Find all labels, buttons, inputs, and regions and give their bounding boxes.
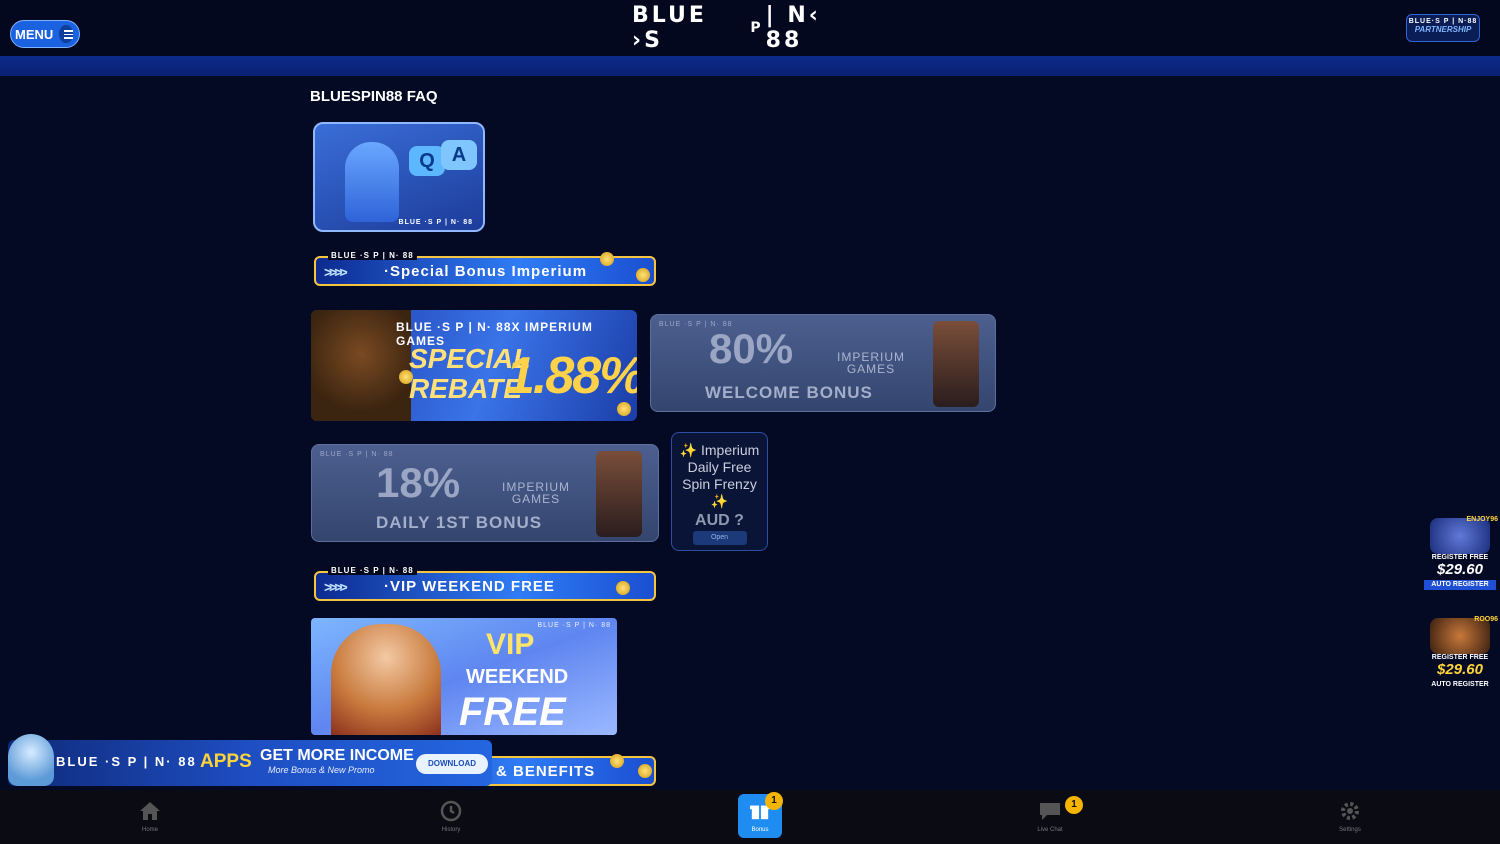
banner-logo: BLUE ·S P | N· 88: [328, 251, 417, 260]
notification-badge: 1: [765, 792, 783, 810]
slot-machine-illustration: [933, 321, 979, 407]
nav-bonus[interactable]: Bonus 1: [710, 790, 790, 844]
vip-weekend-card[interactable]: BLUE ·S P | N· 88 VIP WEEKEND FREE: [311, 618, 617, 735]
apps-logo: BLUE ·S P | N· 88: [56, 754, 197, 769]
logo-p: P: [750, 20, 764, 36]
shark-mascot-illustration: [8, 734, 54, 786]
genie-illustration: [345, 142, 399, 222]
brand-line2: GAMES: [846, 362, 896, 376]
nav-label: Home: [141, 827, 158, 833]
partner-logo: BLUE·S P | N·88: [1408, 18, 1478, 25]
coin-icon: [399, 370, 413, 384]
vip-line1: VIP: [486, 628, 535, 661]
q-bubble: Q: [409, 146, 445, 176]
promo-art: [1430, 618, 1490, 654]
daily-bonus-card[interactable]: BLUE ·S P | N· 88 18% IMPERIUM GAMES DAI…: [311, 444, 659, 542]
auto-register-button[interactable]: AUTO REGISTER: [1424, 680, 1496, 690]
vip-card-logo: BLUE ·S P | N· 88: [537, 622, 611, 629]
nav-label: Settings: [1339, 827, 1361, 833]
hamburger-icon: [59, 25, 74, 43]
side-promo-value: $29.60: [1437, 661, 1483, 678]
partnership-button[interactable]: BLUE·S P | N·88 PARTNERSHIP: [1406, 14, 1480, 42]
side-promo-roo[interactable]: ROO96 REGISTER FREE $29.60 AUTO REGISTER: [1422, 616, 1498, 692]
nav-history[interactable]: History: [411, 790, 491, 844]
apps-download-bar[interactable]: BLUE ·S P | N· 88 APPS GET MORE INCOME M…: [8, 734, 492, 786]
vip-weekend-banner[interactable]: BLUE ·S P | N· 88 >>>> ·VIP WEEKEND FREE: [314, 566, 656, 601]
coin-icon: [638, 764, 652, 778]
site-logo[interactable]: BLUE ›S P | N‹ 88: [632, 3, 868, 53]
imperium-games-logo: IMPERIUM GAMES: [502, 481, 570, 505]
menu-label: MENU: [15, 26, 54, 42]
special-rebate-card[interactable]: BLUE ·S P | N· 88X IMPERIUM GAMES SPECIA…: [311, 310, 637, 421]
chevrons-icon: >>>>: [324, 579, 348, 595]
download-button[interactable]: DOWNLOAD: [416, 754, 488, 774]
frenzy-open-button[interactable]: Open: [692, 531, 747, 545]
welcome-percent: 80%: [709, 325, 794, 372]
page-title: BLUESPIN88 FAQ: [310, 88, 438, 105]
apps-subline: More Bonus & New Promo: [268, 765, 375, 775]
chevrons-icon: >>>>: [324, 264, 348, 280]
vip-line3: FREE: [459, 690, 566, 734]
apps-label: APPS: [200, 751, 252, 772]
coin-icon: [636, 268, 650, 282]
nav-label: Bonus: [751, 827, 769, 833]
side-promo-enjoy[interactable]: ENJOY96 REGISTER FREE $29.60 AUTO REGIST…: [1422, 516, 1498, 592]
partner-label: PARTNERSHIP: [1414, 25, 1472, 34]
character-illustration: [331, 624, 441, 735]
banner-title: & BENEFITS: [496, 763, 596, 780]
menu-button[interactable]: MENU: [10, 20, 80, 48]
daily-card-logo: BLUE ·S P | N· 88: [320, 451, 394, 458]
gear-icon: [1341, 802, 1359, 820]
auto-register-button[interactable]: AUTO REGISTER: [1424, 580, 1496, 590]
welcome-bonus-card[interactable]: BLUE ·S P | N· 88 80% IMPERIUM GAMES WEL…: [650, 314, 996, 412]
home-icon: [140, 802, 160, 820]
coin-icon: [617, 402, 631, 416]
nav-label: History: [441, 827, 461, 833]
side-promo-brand: ENJOY96: [1466, 516, 1498, 523]
logo-part2: | N‹ 88: [765, 3, 821, 53]
rebate-value: 1.88%: [506, 347, 637, 405]
frenzy-amount: AUD ?: [695, 512, 744, 529]
nav-settings[interactable]: Settings: [1310, 790, 1390, 844]
nav-label: Live Chat: [1037, 827, 1063, 833]
side-promo-value: $29.60: [1437, 561, 1483, 578]
history-icon: [440, 800, 462, 822]
slot-machine-illustration: [596, 451, 642, 537]
banner-title: ·Special Bonus Imperium: [384, 263, 588, 280]
special-bonus-banner[interactable]: BLUE ·S P | N· 88 >>>> ·Special Bonus Im…: [314, 251, 656, 286]
faq-qa-card[interactable]: Q A BLUE ·S P | N· 88: [313, 122, 485, 232]
side-promo-label: REGISTER FREE: [1431, 554, 1489, 561]
side-promo-brand: ROO96: [1474, 616, 1498, 623]
imperium-games-logo: IMPERIUM GAMES: [837, 351, 905, 375]
qa-card-logo: BLUE ·S P | N· 88: [398, 219, 473, 226]
frenzy-title: ✨ Imperium Daily Free Spin Frenzy ✨: [679, 442, 760, 509]
promo-art: [1430, 518, 1490, 554]
banner-logo: BLUE ·S P | N· 88: [328, 566, 417, 575]
bottom-nav: Home History Bonus 1 Live Chat 1 Setting…: [0, 790, 1500, 844]
banner-title: ·VIP WEEKEND FREE: [384, 578, 555, 595]
vip-line2: WEEKEND: [466, 666, 569, 688]
logo-part1: BLUE ›S: [632, 3, 707, 53]
brand-line2: GAMES: [511, 492, 561, 506]
header-stripe: [0, 56, 1500, 76]
apps-headline: GET MORE INCOME: [260, 747, 414, 764]
nav-live-chat[interactable]: Live Chat 1: [1010, 790, 1090, 844]
coin-icon: [600, 252, 614, 266]
welcome-label: WELCOME BONUS: [705, 383, 873, 402]
chat-icon: [1040, 803, 1060, 820]
coin-icon: [616, 581, 630, 595]
free-spin-frenzy-card[interactable]: ✨ Imperium Daily Free Spin Frenzy ✨ AUD …: [671, 432, 768, 551]
coin-icon: [610, 754, 624, 768]
a-bubble: A: [441, 140, 477, 170]
daily-percent: 18%: [376, 459, 461, 506]
notification-badge: 1: [1065, 796, 1083, 814]
daily-label: DAILY 1ST BONUS: [376, 513, 543, 532]
nav-home[interactable]: Home: [110, 790, 190, 844]
side-promo-label: REGISTER FREE: [1431, 654, 1489, 661]
